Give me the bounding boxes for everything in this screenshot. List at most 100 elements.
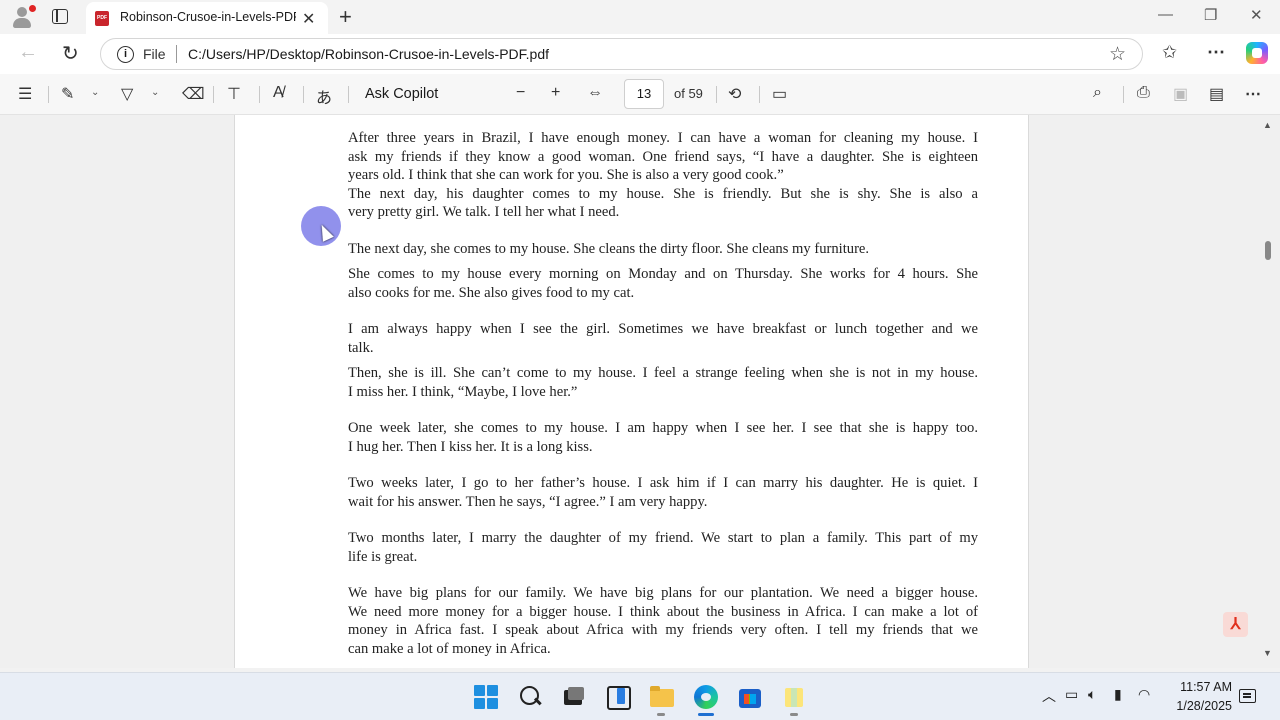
text-line: She comes to my house every morning on M… [348, 266, 978, 282]
divider [303, 86, 304, 103]
url-scheme: File [143, 46, 166, 62]
pdf-viewer[interactable]: After three years in Brazil, I have enou… [0, 115, 1280, 668]
window-close-icon[interactable]: ✕ [1250, 6, 1263, 24]
restore-icon[interactable]: ❐ [1204, 6, 1217, 24]
text-line: The next day, his daughter comes to my h… [348, 185, 978, 202]
translate-icon[interactable]: あ [316, 84, 332, 108]
microphone-icon[interactable]: ▮ [1114, 686, 1122, 703]
address-row: ← ↻ i File C:/Users/HP/Desktop/Robinson-… [0, 34, 1280, 74]
paragraph: After three years in Brazil, I have enou… [348, 129, 978, 185]
text-line: I hug her. Then I kiss her. It is a long… [348, 438, 593, 455]
erase-icon[interactable]: ⌫ [182, 84, 205, 104]
back-icon[interactable]: ← [18, 41, 38, 64]
address-bar[interactable]: i File C:/Users/HP/Desktop/Robinson-Crus… [100, 38, 1143, 70]
tab-title: Robinson-Crusoe-in-Levels-PDF.pdf [120, 10, 296, 24]
paragraph: I am always happy when I see the girl. S… [348, 320, 978, 357]
page-view-icon[interactable]: ▭ [772, 84, 787, 104]
active-tab[interactable]: PDF Robinson-Crusoe-in-Levels-PDF.pdf ✕ [86, 2, 328, 34]
text-line: I miss her. I think, “Maybe, I love her.… [348, 383, 578, 400]
text-line: wait for his answer. Then he says, “I ag… [348, 493, 708, 510]
taskbar: ︿ ▭ 🔈︎ ▮ ◠ 11:57 AM 1/28/2025 [0, 672, 1280, 720]
scroll-thumb[interactable] [1265, 241, 1271, 260]
close-icon[interactable]: ✕ [302, 9, 315, 29]
text-line: ask my friends if they know a good woman… [348, 148, 978, 165]
chevron-down-icon[interactable]: ⌄ [91, 87, 99, 98]
copilot-icon[interactable] [1246, 42, 1268, 64]
info-icon[interactable]: i [117, 46, 134, 63]
profile-icon[interactable] [10, 5, 36, 29]
url-text[interactable]: C:/Users/HP/Desktop/Robinson-Crusoe-in-L… [188, 46, 549, 62]
document-text: After three years in Brazil, I have enou… [348, 129, 978, 658]
windows-start-icon[interactable] [474, 685, 498, 709]
pdf-page: After three years in Brazil, I have enou… [234, 115, 1029, 668]
sticky-notes-icon[interactable] [782, 685, 806, 709]
task-view-icon[interactable] [562, 685, 586, 709]
scroll-up-icon[interactable]: ▲ [1263, 120, 1272, 130]
paragraph: Then, she is ill. She can’t come to my h… [348, 364, 978, 401]
text-line: After three years in Brazil, I have enou… [348, 130, 978, 146]
store-icon[interactable] [738, 685, 762, 709]
text-line: life is great. [348, 548, 418, 565]
title-bar: PDF Robinson-Crusoe-in-Levels-PDF.pdf ✕ … [0, 0, 1280, 34]
ask-copilot-button[interactable]: Ask Copilot [365, 86, 438, 102]
zoom-out-icon[interactable]: − [516, 84, 525, 102]
text-line: very pretty girl. We talk. I tell her wh… [348, 204, 620, 220]
more-icon[interactable]: ⋯ [1207, 42, 1225, 63]
divider [259, 86, 260, 103]
scroll-down-icon[interactable]: ▼ [1263, 648, 1272, 658]
chevron-down-icon[interactable]: ⌄ [151, 87, 159, 98]
divider [48, 86, 49, 103]
page-number-input[interactable]: 13 [624, 79, 664, 109]
tab-actions-icon[interactable] [52, 9, 68, 24]
taskbar-search-icon[interactable] [518, 685, 542, 709]
rotate-icon[interactable]: ⟲ [728, 84, 741, 104]
text-line: money in Africa fast. I speak about Afri… [348, 622, 978, 638]
paragraph: One week later, she comes to my house. I… [348, 419, 978, 456]
minimize-icon[interactable]: — [1158, 6, 1173, 23]
paragraph: The next day, she comes to my house. She… [348, 240, 978, 259]
text-icon[interactable]: ⊤ [227, 84, 241, 104]
zoom-in-icon[interactable]: + [551, 84, 560, 102]
text-line: We have big plans for our family. We hav… [348, 585, 978, 601]
wifi-icon[interactable]: ◠ [1138, 686, 1150, 703]
read-aloud-icon[interactable]: A̸ [273, 84, 284, 102]
fit-width-icon[interactable]: ⇔ [587, 84, 603, 102]
running-indicator [657, 713, 665, 716]
battery-icon[interactable]: ▭ [1065, 686, 1078, 703]
volume-icon[interactable]: 🔈︎ [1088, 686, 1096, 703]
file-explorer-icon[interactable] [650, 685, 674, 709]
scrollbar[interactable]: ▲ ▼ [1260, 115, 1276, 668]
divider [176, 45, 177, 63]
print-icon[interactable]: ⎙ [1137, 84, 1150, 102]
chevron-up-icon[interactable]: ︿ [1042, 686, 1056, 706]
clock-time: 11:57 AM [1180, 680, 1232, 694]
text-line: can make a lot of money in Africa. [348, 640, 551, 657]
highlight-icon[interactable]: ✎ [61, 84, 74, 104]
new-tab-icon[interactable]: + [339, 4, 352, 30]
paragraph: We have big plans for our family. We hav… [348, 584, 978, 658]
pdf-icon: PDF [95, 11, 109, 26]
widgets-icon[interactable] [606, 685, 631, 710]
refresh-icon[interactable]: ↻ [62, 41, 79, 66]
text-line: years old. I think that she can work for… [348, 167, 784, 183]
contents-icon[interactable]: ☰ [18, 84, 32, 104]
save-icon[interactable]: ▣ [1173, 84, 1188, 104]
clock[interactable]: 11:57 AM 1/28/2025 [1152, 678, 1232, 716]
favorites-icon[interactable]: ✩ [1162, 42, 1177, 63]
more-icon[interactable]: ⋯ [1245, 84, 1261, 104]
notification-icon[interactable] [1239, 689, 1256, 703]
draw-icon[interactable]: ▽ [121, 84, 133, 104]
favorite-star-icon[interactable]: ☆ [1109, 43, 1126, 66]
divider [348, 86, 349, 103]
paragraph: Two months later, I marry the daughter o… [348, 529, 978, 566]
edge-icon[interactable] [694, 685, 718, 709]
divider [213, 86, 214, 103]
save-as-icon[interactable]: ▤ [1209, 84, 1224, 104]
search-icon[interactable]: ⌕ [1093, 84, 1102, 102]
page-count: of 59 [674, 86, 703, 101]
text-line: We need more money for a bigger house. I… [348, 603, 978, 620]
acrobat-icon[interactable]: ⅄ [1223, 612, 1248, 637]
